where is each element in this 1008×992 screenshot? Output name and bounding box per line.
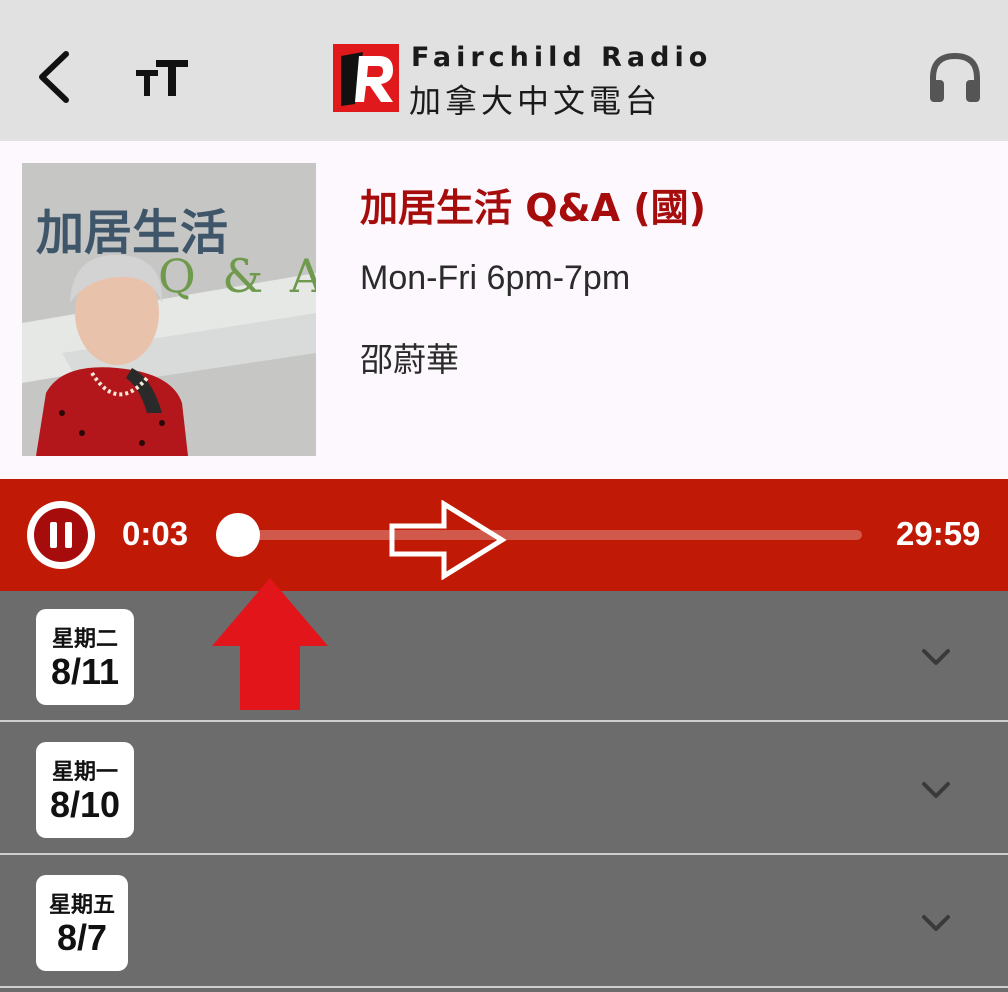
logo-chinese-text: 加拿大中文電台 (409, 82, 662, 120)
pause-icon (34, 508, 88, 562)
date-label: 8/7 (56, 917, 108, 958)
list-item[interactable]: 星期二 8/11 (0, 591, 1008, 722)
program-artwork: 加居生活 Q & A (22, 163, 316, 456)
episode-list: 星期二 8/11 星期一 8/10 星期五 8/7 (0, 591, 1008, 992)
pause-button[interactable] (27, 501, 95, 569)
program-title: 加居生活 Q&A (國) (360, 186, 707, 230)
pause-icon-bar-right (65, 522, 72, 548)
total-time: 29:59 (896, 515, 981, 552)
chevron-down-icon[interactable] (920, 913, 952, 933)
logo-english-text: Fairchild Radio (411, 42, 713, 73)
up-arrow-annotation-icon (212, 578, 328, 710)
weekday-label: 星期一 (51, 760, 118, 785)
program-host: 邵蔚華 (360, 340, 459, 379)
text-size-button[interactable] (130, 50, 196, 106)
chevron-down-icon[interactable] (920, 780, 952, 800)
program-info: 加居生活 Q & A 加居生活 Q&A (國) Mon-Fri 6pm-7pm … (0, 141, 1008, 479)
weekday-label: 星期五 (48, 893, 115, 918)
current-time: 0:03 (122, 515, 189, 552)
text-size-icon (136, 60, 188, 96)
seek-thumb[interactable] (216, 513, 260, 557)
date-badge: 星期一 8/10 (36, 742, 134, 838)
artwork-subtitle: Q & A (158, 249, 316, 303)
date-badge: 星期二 8/11 (36, 609, 134, 705)
listen-live-button[interactable] (926, 50, 984, 106)
back-arrow-icon (39, 51, 69, 103)
date-label: 8/10 (49, 784, 121, 825)
chevron-down-icon[interactable] (920, 647, 952, 667)
top-app-bar: Fairchild Radio 加拿大中文電台 (0, 0, 1008, 141)
date-badge: 星期五 8/7 (36, 875, 128, 971)
weekday-label: 星期二 (51, 627, 118, 652)
program-schedule: Mon-Fri 6pm-7pm (360, 259, 631, 297)
date-label: 8/11 (50, 651, 120, 692)
headphones-icon (930, 52, 980, 102)
right-arrow-annotation-icon (389, 500, 507, 580)
seek-bar[interactable] (238, 530, 862, 540)
fairchild-logo-mark (333, 44, 399, 112)
back-button[interactable] (28, 44, 88, 110)
station-logo: Fairchild Radio 加拿大中文電台 (333, 42, 707, 120)
pause-icon-bar-left (50, 522, 57, 548)
list-item[interactable]: 星期五 8/7 (0, 857, 1008, 988)
list-item[interactable]: 星期一 8/10 (0, 724, 1008, 855)
